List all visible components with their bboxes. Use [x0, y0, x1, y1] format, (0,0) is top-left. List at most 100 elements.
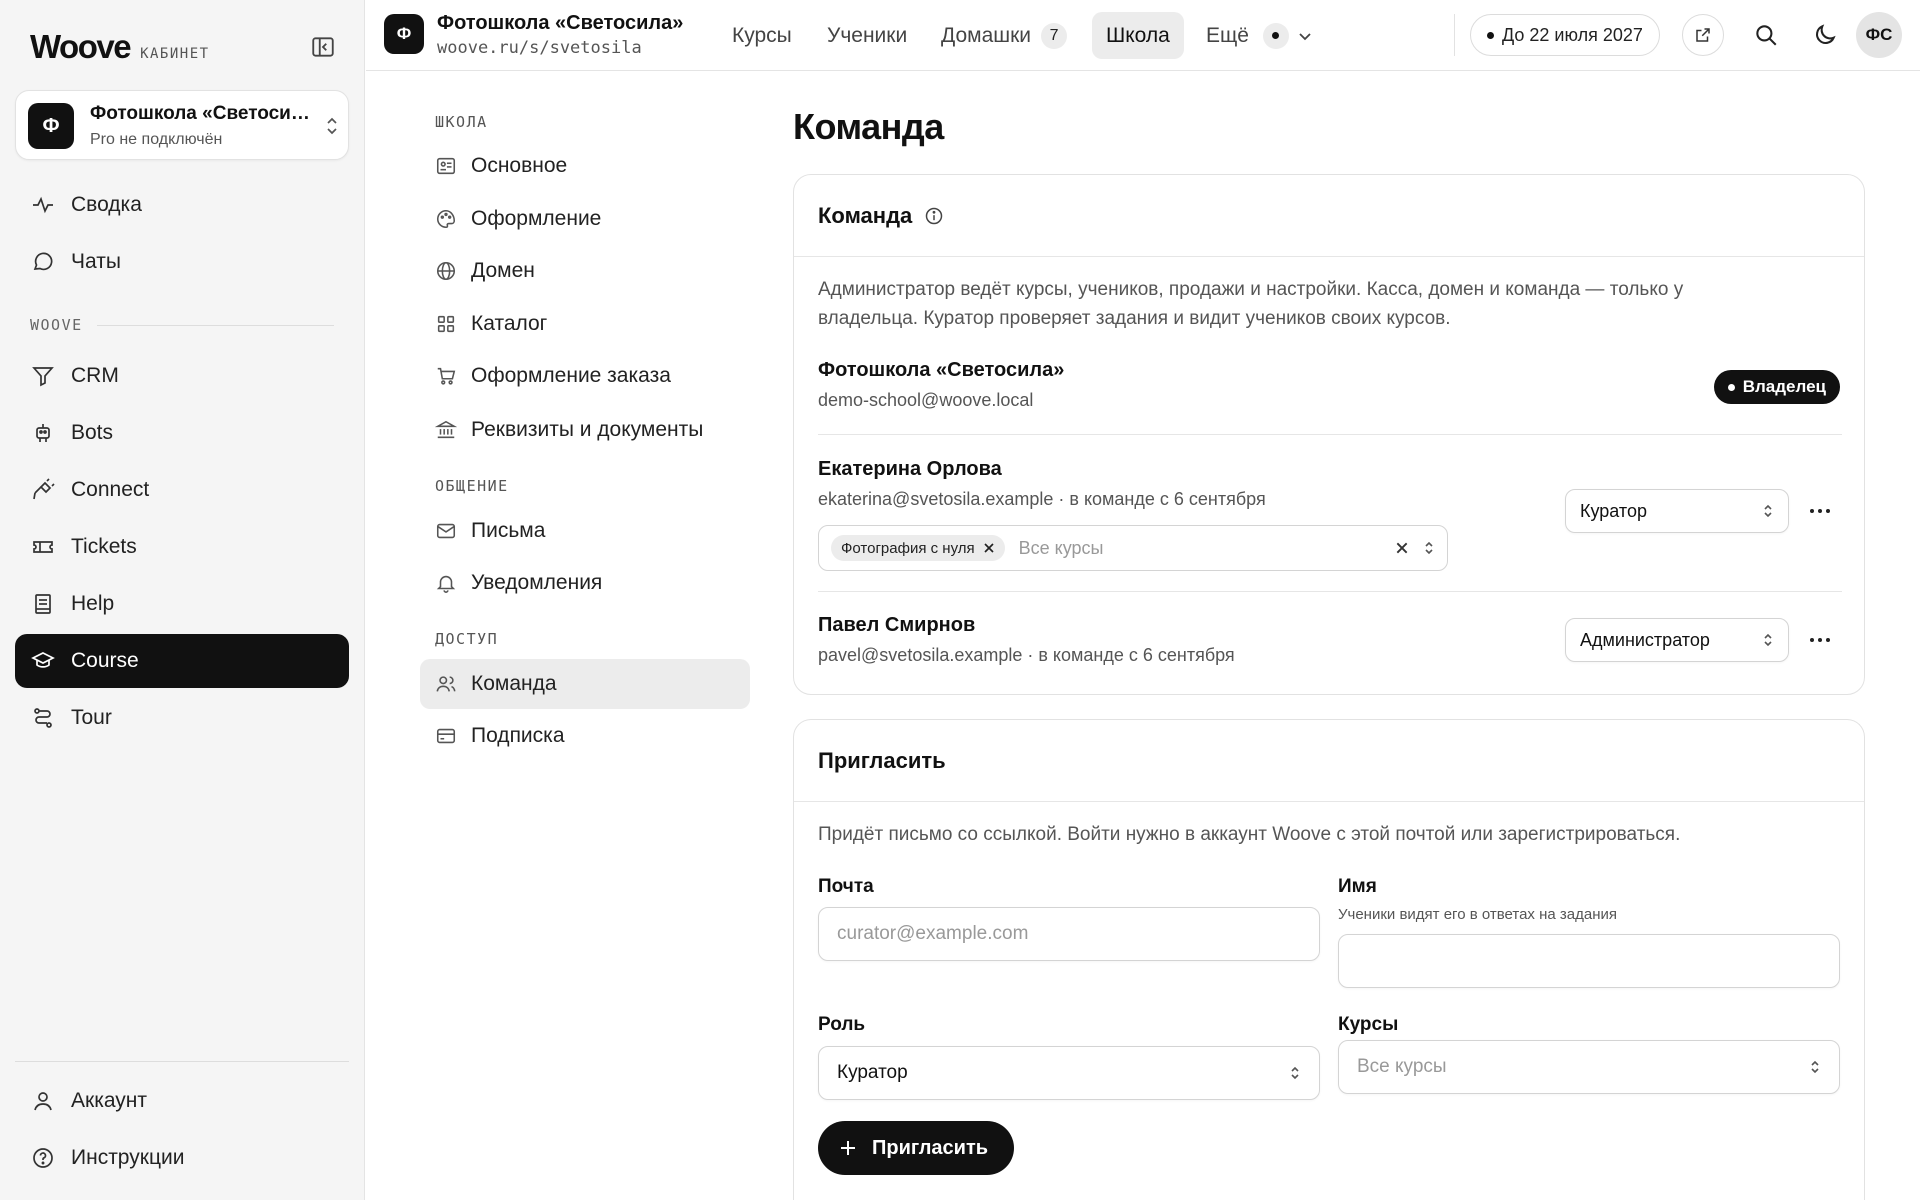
- more-actions-icon[interactable]: [1806, 626, 1834, 654]
- settings-item-subscription[interactable]: Подписка: [420, 711, 750, 761]
- member-role-select[interactable]: Администратор: [1565, 618, 1789, 662]
- card-title: Команда: [818, 202, 913, 228]
- courses-placeholder: Все курсы: [1018, 537, 1104, 558]
- sidebar-item-account[interactable]: Аккаунт: [15, 1074, 349, 1128]
- sidebar-item-course[interactable]: Course: [15, 634, 349, 688]
- section-label: WOOVE: [30, 316, 83, 334]
- settings-item-checkout[interactable]: Оформление заказа: [420, 351, 750, 401]
- invite-description: Придёт письмо со ссылкой. Войти нужно в …: [818, 824, 1681, 845]
- user-icon: [31, 1089, 55, 1113]
- open-external-button[interactable]: [1682, 14, 1724, 56]
- chat-icon: [31, 250, 55, 274]
- tab-label: Курсы: [732, 23, 792, 47]
- sidebar-section-woove: WOOVE: [30, 316, 334, 334]
- sidebar-item-bots[interactable]: Bots: [15, 406, 349, 460]
- sidebar-item-label: Инструкции: [71, 1146, 185, 1169]
- settings-item-letters[interactable]: Письма: [420, 506, 750, 556]
- settings-item-notifications[interactable]: Уведомления: [420, 558, 750, 608]
- tab-school[interactable]: Школа: [1092, 12, 1184, 59]
- sidebar-item-label: Help: [71, 592, 115, 615]
- sidebar-item-summary[interactable]: Сводка: [15, 178, 349, 232]
- school-avatar[interactable]: Ф: [384, 14, 424, 54]
- bank-icon: [435, 419, 457, 441]
- settings-item-team[interactable]: Команда: [420, 659, 750, 709]
- team-card-header: Команда: [794, 175, 1864, 257]
- settings-section-title: ДОСТУП: [435, 630, 499, 648]
- invite-button[interactable]: Пригласить: [818, 1121, 1015, 1175]
- sidebar-item-label: Connect: [71, 478, 150, 501]
- moon-icon[interactable]: [1810, 20, 1840, 50]
- tab-label: Домашки: [941, 23, 1032, 47]
- sidebar-item-tour[interactable]: Tour: [15, 691, 349, 745]
- search-icon[interactable]: [1751, 20, 1781, 50]
- member-role-select[interactable]: Куратор: [1565, 489, 1789, 533]
- owner-email: demo-school@woove.local: [818, 390, 1034, 410]
- school-url[interactable]: woove.ru/s/svetosila: [437, 38, 642, 58]
- chip-label: Фотография с нуля: [841, 539, 975, 557]
- member-courses-picker[interactable]: Фотография с нуля Все курсы: [818, 525, 1448, 571]
- settings-item-label: Оформление заказа: [471, 364, 671, 387]
- sidebar-item-instructions[interactable]: Инструкции: [15, 1131, 349, 1185]
- team-card: Команда Администратор ведёт курсы, учени…: [793, 174, 1865, 695]
- pulse-icon: [31, 193, 55, 217]
- courses-placeholder: Все курсы: [1357, 1056, 1447, 1077]
- plug-icon: [31, 478, 55, 502]
- courses-select[interactable]: Все курсы: [1338, 1040, 1840, 1094]
- bell-icon: [435, 572, 457, 594]
- sidebar-item-help[interactable]: Help: [15, 577, 349, 631]
- logo[interactable]: Woove КАБИНЕТ: [30, 28, 210, 66]
- sidebar-item-label: Tickets: [71, 535, 137, 558]
- settings-section-title: ОБЩЕНИЕ: [435, 477, 509, 495]
- settings-item-general[interactable]: Основное: [420, 141, 750, 191]
- info-icon[interactable]: [924, 206, 944, 226]
- role-select[interactable]: Куратор: [818, 1046, 1320, 1100]
- settings-item-domain[interactable]: Домен: [420, 246, 750, 296]
- sidebar-item-crm[interactable]: CRM: [15, 349, 349, 403]
- book-icon: [31, 592, 55, 616]
- school-name: Фотошкола «Светосила»: [90, 103, 310, 124]
- settings-item-appearance[interactable]: Оформление: [420, 194, 750, 244]
- page-title: Команда: [793, 106, 944, 147]
- grid-icon: [435, 313, 457, 335]
- settings-section-title: ШКОЛА: [435, 113, 488, 131]
- user-avatar[interactable]: ФС: [1856, 12, 1902, 58]
- email-field[interactable]: curator@example.com: [818, 907, 1320, 961]
- sidebar-item-chats[interactable]: Чаты: [15, 235, 349, 289]
- plus-icon: [838, 1138, 858, 1158]
- sidebar-item-label: Tour: [71, 706, 112, 729]
- card-title: Пригласить: [818, 747, 946, 773]
- role-label: Роль: [818, 1014, 866, 1035]
- settings-item-label: Подписка: [471, 724, 565, 747]
- tab-homework[interactable]: Домашки 7: [927, 12, 1081, 59]
- homework-count-badge: 7: [1041, 22, 1068, 49]
- school-switcher[interactable]: Ф Фотошкола «Светосила» Pro не подключён: [15, 90, 349, 160]
- settings-item-label: Основное: [471, 154, 568, 177]
- remove-chip-icon[interactable]: [983, 542, 995, 554]
- sidebar-item-connect[interactable]: Connect: [15, 463, 349, 517]
- tab-courses[interactable]: Курсы: [718, 12, 806, 59]
- settings-item-catalog[interactable]: Каталог: [420, 299, 750, 349]
- clear-icon[interactable]: [1395, 541, 1409, 555]
- help-circle-icon: [31, 1146, 55, 1170]
- tab-students[interactable]: Ученики: [813, 12, 921, 59]
- tab-more[interactable]: Ещё: [1192, 12, 1327, 59]
- subscription-deadline-badge[interactable]: До 22 июля 2027: [1470, 14, 1660, 56]
- chevron-updown-icon: [324, 115, 340, 137]
- dot-indicator: [1262, 22, 1289, 49]
- sidebar-item-tickets[interactable]: Tickets: [15, 520, 349, 574]
- more-actions-icon[interactable]: [1806, 497, 1834, 525]
- collapse-sidebar-icon[interactable]: [310, 34, 338, 62]
- role-value: Куратор: [1580, 500, 1647, 521]
- settings-item-label: Реквизиты и документы: [471, 418, 704, 441]
- logo-subtitle: КАБИНЕТ: [140, 46, 210, 62]
- email-placeholder: curator@example.com: [837, 923, 1029, 944]
- bot-icon: [31, 421, 55, 445]
- name-field[interactable]: [1338, 934, 1840, 988]
- invite-card-header: Пригласить: [794, 720, 1864, 802]
- users-icon: [435, 673, 457, 695]
- course-chip[interactable]: Фотография с нуля: [831, 535, 1005, 561]
- chevron-updown-icon: [1762, 631, 1774, 649]
- settings-item-requisites[interactable]: Реквизиты и документы: [420, 405, 750, 455]
- deadline-label: До 22 июля 2027: [1502, 24, 1643, 45]
- sidebar-divider: [15, 1061, 349, 1062]
